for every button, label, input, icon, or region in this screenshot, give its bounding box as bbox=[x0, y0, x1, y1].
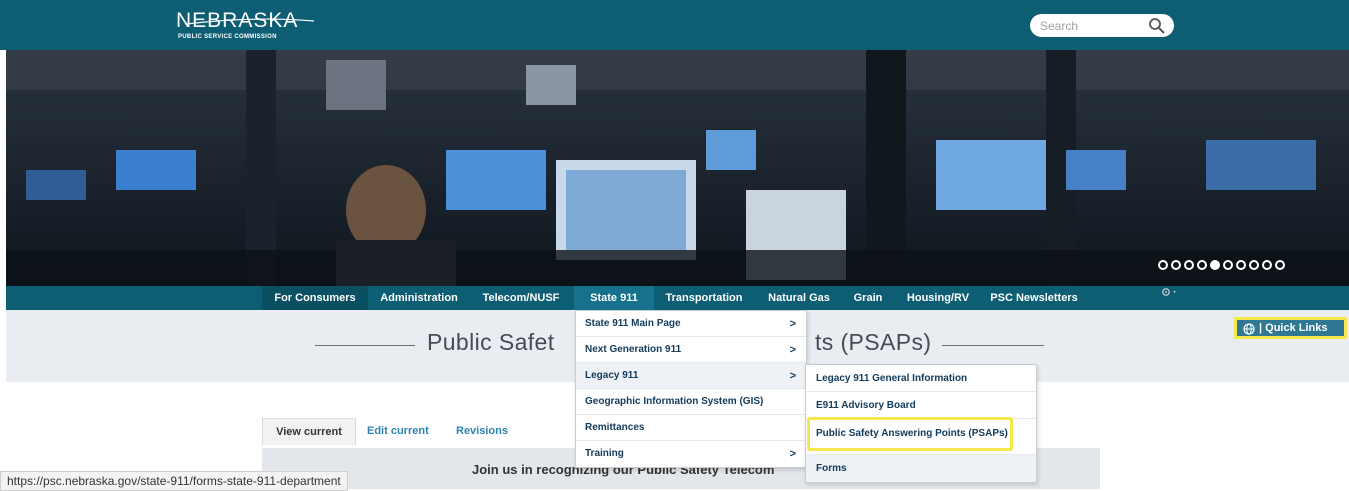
globe-icon bbox=[1243, 323, 1255, 335]
nav-housing-rv[interactable]: Housing/RV bbox=[898, 286, 978, 310]
status-bar-url: https://psc.nebraska.gov/state-911/forms… bbox=[0, 471, 348, 491]
menu-item-label: State 911 Main Page bbox=[585, 318, 681, 329]
menu-item-label: Legacy 911 bbox=[585, 370, 639, 381]
highlight-annotation bbox=[807, 417, 1013, 451]
site-header: NEBRASKA PUBLIC SERVICE COMMISSION bbox=[0, 0, 1349, 50]
nav-psc-newsletters[interactable]: PSC Newsletters bbox=[984, 286, 1084, 310]
title-rule-left bbox=[315, 345, 415, 346]
menu-item-legacy-911[interactable]: Legacy 911 > bbox=[576, 363, 806, 389]
carousel-dot[interactable] bbox=[1249, 260, 1259, 270]
nav-for-consumers[interactable]: For Consumers bbox=[262, 286, 368, 310]
logo-subtitle: PUBLIC SERVICE COMMISSION bbox=[178, 34, 277, 40]
carousel-indicators bbox=[1158, 260, 1285, 270]
tab-revisions[interactable]: Revisions bbox=[456, 418, 508, 444]
carousel-dot[interactable] bbox=[1262, 260, 1272, 270]
submenu-item-legacy-general-info[interactable]: Legacy 911 General Information bbox=[806, 365, 1036, 392]
menu-item-label: Remittances bbox=[585, 422, 645, 433]
chevron-right-icon: > bbox=[789, 370, 796, 382]
carousel-dot[interactable] bbox=[1158, 260, 1168, 270]
nav-transportation[interactable]: Transportation bbox=[658, 286, 750, 310]
carousel-dot-active[interactable] bbox=[1210, 260, 1220, 270]
menu-item-label: Geographic Information System (GIS) bbox=[585, 396, 764, 407]
carousel-dot[interactable] bbox=[1171, 260, 1181, 270]
page-title-end: ts (PSAPs) bbox=[815, 329, 932, 355]
chevron-right-icon: > bbox=[789, 344, 796, 356]
tab-edit-current[interactable]: Edit current bbox=[367, 418, 429, 444]
logo-swoosh-icon bbox=[186, 18, 314, 25]
carousel-dot[interactable] bbox=[1223, 260, 1233, 270]
search-box[interactable] bbox=[1030, 14, 1174, 37]
chevron-right-icon: > bbox=[789, 318, 796, 330]
nav-telecom-nusf[interactable]: Telecom/NUSF bbox=[476, 286, 566, 310]
carousel-dot[interactable] bbox=[1197, 260, 1207, 270]
search-input[interactable] bbox=[1040, 17, 1140, 34]
page-title-start: Public Safet bbox=[427, 329, 555, 355]
carousel-dot[interactable] bbox=[1236, 260, 1246, 270]
search-icon[interactable] bbox=[1148, 17, 1166, 35]
menu-item-label: Next Generation 911 bbox=[585, 344, 682, 355]
carousel-dot[interactable] bbox=[1275, 260, 1285, 270]
main-nav: For Consumers Administration Telecom/NUS… bbox=[6, 286, 1349, 310]
nav-grain[interactable]: Grain bbox=[848, 286, 888, 310]
nav-state-911[interactable]: State 911 bbox=[574, 286, 654, 310]
quick-links-label: | Quick Links bbox=[1259, 322, 1328, 334]
submenu-item-e911-advisory-board[interactable]: E911 Advisory Board bbox=[806, 392, 1036, 419]
dispatch-center-photo bbox=[6, 50, 1349, 286]
nav-administration[interactable]: Administration bbox=[374, 286, 464, 310]
menu-item-gis[interactable]: Geographic Information System (GIS) bbox=[576, 389, 806, 415]
nav-natural-gas[interactable]: Natural Gas bbox=[762, 286, 836, 310]
menu-item-next-generation-911[interactable]: Next Generation 911 > bbox=[576, 337, 806, 363]
menu-item-remittances[interactable]: Remittances bbox=[576, 415, 806, 441]
hero-image bbox=[6, 50, 1349, 286]
menu-item-label: Training bbox=[585, 448, 624, 459]
menu-item-state-911-main-page[interactable]: State 911 Main Page > bbox=[576, 311, 806, 337]
title-rule-right bbox=[942, 345, 1044, 346]
gear-icon[interactable] bbox=[1160, 287, 1180, 299]
tab-view-current[interactable]: View current bbox=[262, 418, 356, 445]
chevron-right-icon: > bbox=[789, 448, 796, 460]
quick-links-button[interactable]: | Quick Links bbox=[1234, 317, 1347, 339]
site-logo[interactable]: NEBRASKA PUBLIC SERVICE COMMISSION bbox=[176, 9, 326, 43]
menu-item-training[interactable]: Training > bbox=[576, 441, 806, 467]
carousel-dot[interactable] bbox=[1184, 260, 1194, 270]
submenu-item-forms[interactable]: Forms bbox=[806, 455, 1036, 482]
state-911-dropdown: State 911 Main Page > Next Generation 91… bbox=[575, 310, 807, 468]
